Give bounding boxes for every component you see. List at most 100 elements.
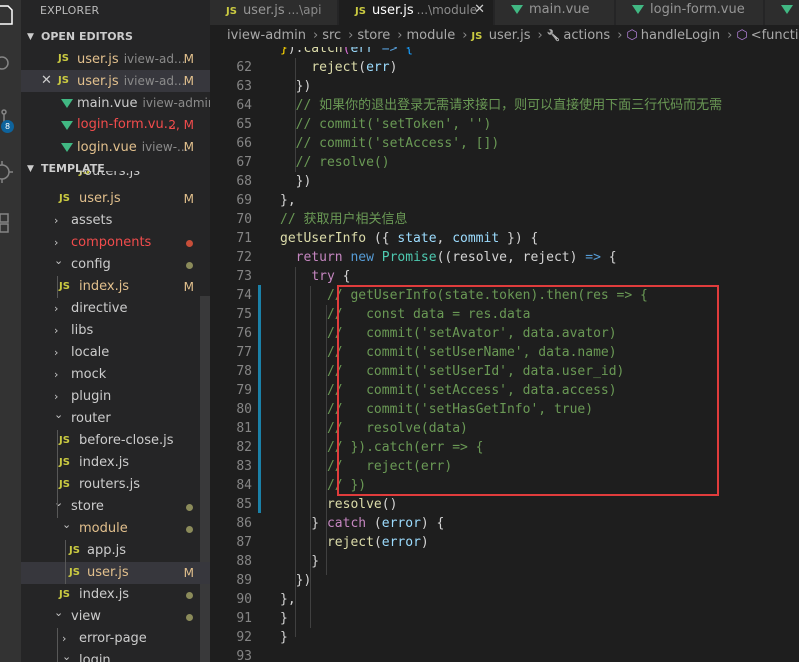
breadcrumb-item[interactable]: iview-admin <box>227 28 306 43</box>
tree-item-label: error-page <box>79 631 147 646</box>
js-file-icon: JS <box>59 457 70 468</box>
tree-item[interactable]: JS routers.js <box>21 474 210 496</box>
line-number: 70 <box>236 212 252 227</box>
tree-item[interactable]: › libs <box>21 320 210 342</box>
breadcrumb-item[interactable]: src <box>322 28 341 43</box>
tree-item[interactable]: ⌄ view <box>21 606 210 628</box>
tree-item[interactable]: JS index.js <box>21 452 210 474</box>
files-icon[interactable] <box>0 0 21 30</box>
open-editor-path: iview-... <box>141 140 189 154</box>
indent-guide <box>57 276 58 298</box>
chevron-right-icon: › <box>54 214 59 227</box>
tree-item-label: app.js <box>87 543 126 558</box>
code-line: // resolve() <box>295 155 390 170</box>
tree-item[interactable]: ⌄ login <box>21 650 210 662</box>
breadcrumb-item[interactable]: user.js <box>489 28 531 43</box>
modified-dot <box>186 614 193 621</box>
modified-dot <box>186 262 193 269</box>
js-file-icon: JS <box>226 6 237 17</box>
code-line: reject(error) <box>326 535 429 550</box>
tree-item[interactable]: ⌄ router <box>21 408 210 430</box>
source-control-badge: 8 <box>1 120 14 133</box>
tree-item[interactable]: ⌄ store <box>21 496 210 518</box>
debug-icon[interactable] <box>0 157 21 187</box>
open-editor-item[interactable]: JS user.js iview-ad... M <box>21 48 210 70</box>
code-line: } <box>280 611 288 626</box>
tree-item-label: directive <box>71 301 128 316</box>
breadcrumb-item[interactable]: store <box>357 28 390 43</box>
code-line: // 获取用户相关信息 <box>280 212 408 227</box>
tree-item[interactable]: › plugin <box>21 386 210 408</box>
open-editors-header[interactable]: ▼ OPEN EDITORS <box>21 26 210 48</box>
modified-dot <box>186 504 193 511</box>
tree-item-label: config <box>71 257 111 272</box>
tree-item-label: locale <box>71 345 110 360</box>
chevron-right-icon: › <box>54 346 59 359</box>
code-line: reject(err) <box>311 60 398 75</box>
tree-item[interactable]: › error-page <box>21 628 210 650</box>
open-editor-item[interactable]: ✕ JS user.js iview-ad... M <box>21 70 210 92</box>
line-number: 74 <box>236 288 252 303</box>
tree-item[interactable]: JS index.js <box>21 584 210 606</box>
code-editor[interactable]: }).catch(err => { 62 reject(err) 63 }) 64 … <box>210 47 799 662</box>
breadcrumb-item[interactable]: <function> <box>751 28 799 43</box>
tree-item[interactable]: › locale <box>21 342 210 364</box>
close-icon[interactable]: ✕ <box>474 0 485 20</box>
line-number: 77 <box>236 345 252 360</box>
line-number: 83 <box>236 459 252 474</box>
code-line: }, <box>280 193 296 208</box>
tree-item[interactable]: JS routers.js <box>21 171 210 183</box>
search-icon[interactable] <box>0 48 21 78</box>
chevron-right-icon: › <box>54 302 59 315</box>
tree-item[interactable]: › assets <box>21 210 210 232</box>
tree-item[interactable]: JS index.js M <box>21 276 210 298</box>
vue-file-icon <box>781 5 793 14</box>
line-number: 76 <box>236 326 252 341</box>
tree-item[interactable]: ⌄ module <box>21 518 210 540</box>
tab-label: user.js <box>242 3 285 18</box>
tree-item[interactable]: JS app.js <box>21 540 210 562</box>
tab-path: ...\api <box>287 3 322 17</box>
editor-tab[interactable]: JS user.js ...\api <box>210 0 338 25</box>
tree-item[interactable]: › directive <box>21 298 210 320</box>
open-editor-label: user.js iview-ad... <box>77 74 186 89</box>
breadcrumb-item[interactable]: actions <box>563 28 610 43</box>
indent-guide <box>65 540 66 584</box>
editor-tab[interactable]: JS user.js ...\module ✕ <box>339 0 494 25</box>
tree-item[interactable]: JS before-close.js <box>21 430 210 452</box>
tree-item[interactable]: › mock <box>21 364 210 386</box>
editor-tab[interactable]: main.vue <box>495 0 615 25</box>
indent-guide <box>295 267 296 637</box>
open-editor-item[interactable]: login-form.vu... 2, M <box>21 114 210 136</box>
line-number: 75 <box>236 307 252 322</box>
activity-bar: 8 <box>0 0 21 662</box>
open-editor-item[interactable]: main.vueiview-admin... <box>21 92 210 114</box>
code-line: return new Promise((resolve, reject) => … <box>295 250 617 265</box>
line-number: 90 <box>236 592 252 607</box>
modified-lines-gutter <box>258 285 261 513</box>
tree-item[interactable]: JS user.js M <box>21 188 210 210</box>
extensions-icon[interactable] <box>0 208 21 238</box>
breadcrumb-item[interactable]: module <box>406 28 455 43</box>
tree-item-label: assets <box>71 213 113 228</box>
tree-item[interactable]: ⌄ config <box>21 254 210 276</box>
cube-icon: ⬡ <box>626 28 638 43</box>
editor-tab-bar: JS user.js ...\api JS user.js ...\module ✕ main… <box>210 0 799 25</box>
line-number: 72 <box>236 250 252 265</box>
js-file-icon: JS <box>59 281 70 292</box>
code-line: }, <box>280 592 296 607</box>
breadcrumb-item[interactable]: handleLogin <box>641 28 720 43</box>
line-number: 63 <box>236 79 252 94</box>
breadcrumb: iview-admin › src › store › module › JS user.js ›… <box>210 25 799 47</box>
tree-item-label: routers.js <box>79 171 140 179</box>
editor-tab[interactable]: lo <box>765 0 799 25</box>
editor-tab[interactable]: login-form.vue <box>616 0 764 25</box>
code-line: // commit('setAccess', []) <box>295 136 500 151</box>
tree-item[interactable]: JS user.js M <box>21 562 210 584</box>
open-editor-item[interactable]: login.vue iview-... M <box>21 136 210 158</box>
tree-item-label: user.js <box>79 191 121 206</box>
open-editor-label: login-form.vu... <box>77 117 177 132</box>
close-icon[interactable]: ✕ <box>41 70 52 92</box>
tree-item[interactable]: › components <box>21 232 210 254</box>
line-number: 80 <box>236 402 252 417</box>
